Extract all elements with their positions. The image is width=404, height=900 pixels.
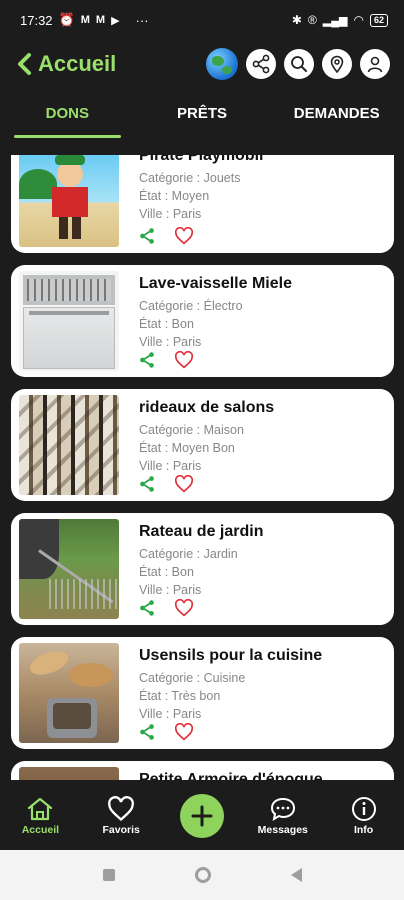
heart-icon[interactable] [174,475,194,493]
item-image-dishwasher [19,271,119,371]
back-label: Accueil [38,51,117,76]
item-category: Catégorie : Jouets [139,171,241,185]
status-time: 17:32 [20,12,53,28]
item-city: Ville : Paris [139,459,202,473]
nav-accueil[interactable]: Accueil [5,796,75,836]
list-item[interactable]: Lave-vaisselle Miele Catégorie : Électro… [11,265,394,377]
home-icon [28,797,53,821]
item-title[interactable]: Lave-vaisselle Miele [139,275,292,293]
share-icon [252,54,270,74]
registered-icon: ® [307,13,317,27]
item-category: Catégorie : Maison [139,423,244,437]
chat-icon [270,797,295,822]
youtube-icon: ▶ [111,14,120,27]
profile-button[interactable] [360,49,390,79]
item-category: Catégorie : Électro [139,299,243,313]
item-state: État : Moyen Bon [139,441,235,455]
share-icon[interactable] [138,351,156,369]
item-image-playmobil [19,155,119,247]
gmail-icon: M [80,14,90,26]
search-icon [291,56,307,72]
wifi-icon: ◠ [353,13,364,27]
nav-messages[interactable]: Messages [248,796,318,836]
tab-dons[interactable]: DONS [0,92,135,140]
nav-add[interactable] [167,794,237,838]
donation-list[interactable]: Pirate Playmobil Catégorie : Jouets État… [0,155,404,780]
info-icon [351,797,376,821]
item-state: État : Bon [139,565,194,579]
item-city: Ville : Paris [139,707,202,721]
nav-label: Messages [257,824,308,836]
add-button[interactable] [179,794,224,838]
tab-bar: DONS PRÊTS DEMANDES [0,92,404,140]
battery-icon: 62 [369,13,388,27]
item-state: État : Moyen [139,189,210,203]
gmail-icon-2: M [95,14,106,26]
item-category: Catégorie : Cuisine [139,671,246,685]
recents-button[interactable] [102,869,115,881]
back-system-button[interactable] [290,868,302,882]
list-item[interactable]: rideaux de salons Catégorie : Maison Éta… [11,389,394,501]
more-notifications-icon: ··· [135,12,149,28]
list-item[interactable]: Petite Armoire d'époque [11,761,394,780]
heart-icon[interactable] [174,351,194,369]
nav-label: Info [353,824,374,836]
item-image-rake [19,519,119,619]
item-image-armoire [19,767,119,780]
signal-icon: ▂▄▆ [322,14,348,27]
share-button[interactable] [246,49,276,79]
item-state: État : Très bon [139,689,221,703]
heart-icon[interactable] [174,227,194,245]
item-title[interactable]: rideaux de salons [139,399,274,417]
globe-icon[interactable] [206,48,238,80]
nav-label: Favoris [102,824,140,836]
share-icon[interactable] [138,599,156,617]
back-button[interactable]: Accueil [16,51,116,77]
nav-favoris[interactable]: Favoris [86,796,156,836]
search-button[interactable] [284,49,314,79]
item-city: Ville : Paris [139,335,202,349]
list-item[interactable]: Rateau de jardin Catégorie : Jardin État… [11,513,394,625]
location-pin-icon [330,55,344,74]
status-bar: 17:32 ⏰ M M ▶ ··· ✱ ® ▂▄▆ ◠ 62 [0,0,404,40]
plus-icon [191,805,213,827]
item-title[interactable]: Usensils pour la cuisine [139,647,322,665]
heart-icon[interactable] [174,723,194,741]
item-category: Catégorie : Jardin [139,547,238,561]
item-image-kitchen-utensils [19,643,119,743]
app-bar: Accueil [0,40,404,88]
system-navigation-bar [0,850,404,900]
item-title[interactable]: Rateau de jardin [139,523,263,541]
heart-icon[interactable] [174,599,194,617]
home-system-button[interactable] [194,867,211,883]
chevron-left-icon [18,53,31,75]
item-image-curtains [19,395,119,495]
nav-label: Accueil [21,824,60,836]
share-icon[interactable] [138,227,156,245]
user-icon [367,56,383,73]
item-city: Ville : Paris [139,207,202,221]
item-title[interactable]: Petite Armoire d'époque [139,771,323,780]
location-button[interactable] [322,49,352,79]
share-icon[interactable] [138,475,156,493]
nav-info[interactable]: Info [329,796,399,836]
tab-demandes[interactable]: DEMANDES [269,92,404,140]
tab-prets[interactable]: PRÊTS [135,92,270,140]
list-item[interactable]: Usensils pour la cuisine Catégorie : Cui… [11,637,394,749]
bottom-navigation: Accueil Favoris Messages Info [0,782,404,850]
item-city: Ville : Paris [139,583,202,597]
bluetooth-icon: ✱ [291,13,302,27]
heart-icon [108,796,135,822]
list-item[interactable]: Pirate Playmobil Catégorie : Jouets État… [11,155,394,253]
share-icon[interactable] [138,723,156,741]
item-state: État : Bon [139,317,194,331]
item-title[interactable]: Pirate Playmobil [139,155,264,165]
alarm-icon: ⏰ [58,12,75,27]
